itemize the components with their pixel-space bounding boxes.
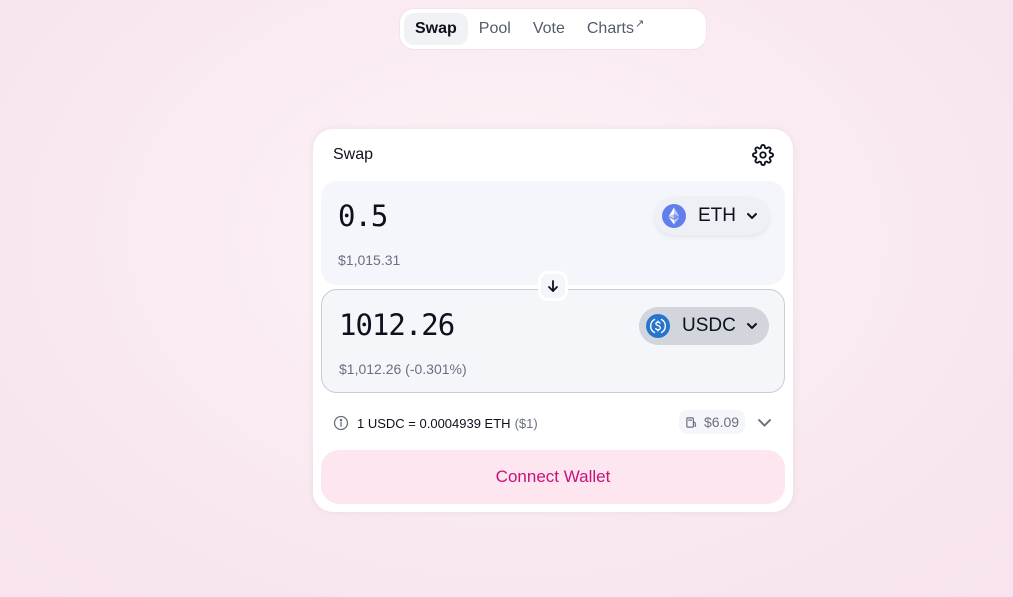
tab-swap[interactable]: Swap — [404, 13, 468, 45]
tab-charts[interactable]: Charts ↗ — [576, 13, 655, 45]
input-amount-field[interactable]: 0.5 — [338, 199, 598, 233]
output-panel: 1012.26 $1,012.26 (-0.301%) USDC — [321, 289, 785, 393]
swap-card: Swap 0.5 $1,015.31 ETH 1012.26 $1,012.26… — [313, 129, 793, 512]
top-nav: Swap Pool Vote Charts ↗ — [400, 9, 706, 49]
tab-pool[interactable]: Pool — [468, 13, 522, 45]
exchange-rate-usd: ($1) — [514, 415, 538, 431]
switch-direction-button[interactable] — [538, 271, 568, 301]
external-link-icon: ↗ — [634, 17, 645, 30]
gas-fee-badge: $6.09 — [679, 410, 746, 434]
exchange-rate-text: 1 USDC = 0.0004939 ETH — [357, 415, 511, 431]
eth-icon — [662, 204, 686, 228]
output-token-label: USDC — [682, 315, 736, 336]
input-token-label: ETH — [698, 205, 736, 226]
input-panel: 0.5 $1,015.31 ETH — [321, 181, 785, 285]
connect-wallet-button[interactable]: Connect Wallet — [321, 450, 785, 504]
chevron-down-icon — [747, 213, 757, 219]
gas-fee-value: $6.09 — [704, 414, 740, 430]
chevron-down-icon — [747, 323, 757, 329]
info-icon — [333, 415, 349, 431]
chevron-down-icon[interactable] — [756, 414, 773, 431]
input-fiat-value: $1,015.31 — [338, 252, 401, 268]
output-amount-field[interactable]: 1012.26 — [339, 308, 599, 342]
gear-icon[interactable] — [752, 144, 774, 166]
output-token-select[interactable]: USDC — [639, 307, 769, 345]
usdc-icon — [646, 314, 670, 338]
input-token-select[interactable]: ETH — [655, 197, 769, 235]
tab-vote[interactable]: Vote — [522, 13, 576, 45]
swap-card-title: Swap — [333, 146, 374, 163]
arrow-down-icon — [548, 280, 558, 292]
gas-pump-icon — [686, 416, 697, 428]
tab-charts-label: Charts — [586, 20, 634, 37]
output-fiat-value: $1,012.26 (-0.301%) — [339, 361, 467, 377]
